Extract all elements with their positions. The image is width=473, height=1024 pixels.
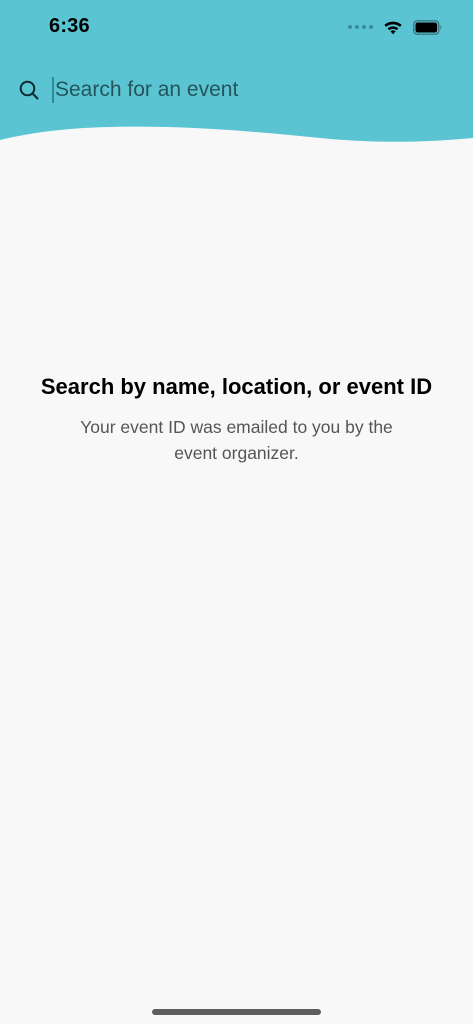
status-icons <box>348 17 443 37</box>
text-caret <box>52 77 54 103</box>
empty-state-title: Search by name, location, or event ID <box>40 374 433 399</box>
empty-state: Search by name, location, or event ID Yo… <box>40 372 433 466</box>
status-time: 6:36 <box>49 15 90 37</box>
empty-state-subtitle: Your event ID was emailed to you by the … <box>80 417 393 463</box>
header: 6:36 <box>0 0 473 150</box>
search-icon <box>19 80 39 100</box>
status-bar: 6:36 <box>0 0 473 54</box>
battery-icon <box>413 19 442 35</box>
search-input[interactable] <box>55 75 415 105</box>
signal-dots-icon <box>348 25 373 29</box>
search-bar[interactable] <box>18 72 455 108</box>
home-indicator[interactable] <box>152 1009 321 1015</box>
wifi-icon <box>384 21 402 35</box>
event-search-screen: 6:36 Search for an event Search by name,… <box>0 0 473 1024</box>
